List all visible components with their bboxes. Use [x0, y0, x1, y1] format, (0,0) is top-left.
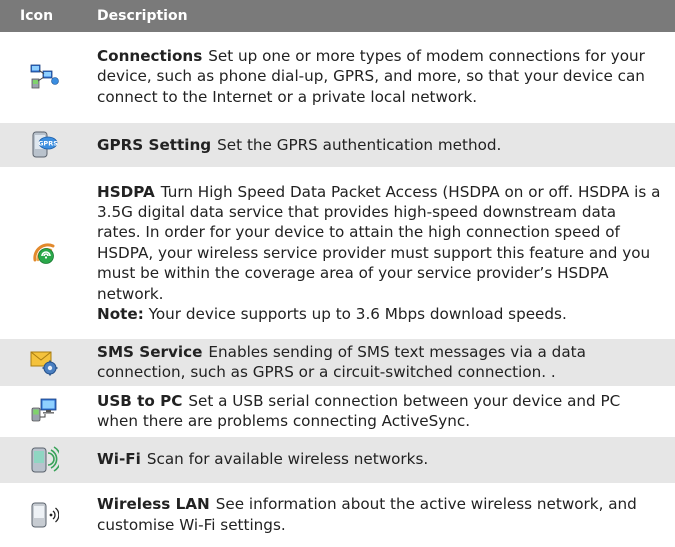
table-row: GPRS GPRS Setting Set the GPRS authentica…: [0, 122, 675, 169]
row-title: SMS Service: [97, 343, 203, 361]
column-header-icon: Icon: [0, 0, 87, 32]
table-row: USB to PC Set a USB serial connection bet…: [0, 386, 675, 437]
sms-envelope-gear-icon: [30, 351, 57, 376]
icon-cell: [0, 168, 87, 339]
icon-cell: GPRS: [0, 122, 87, 169]
icon-cell: [0, 435, 87, 485]
description-cell: USB to PC Set a USB serial connection bet…: [87, 386, 675, 437]
row-title: GPRS Setting: [97, 135, 212, 154]
table-row: Wi-Fi Scan for available wireless network…: [0, 435, 675, 485]
description-cell: Connections Set up one or more types of m…: [87, 32, 675, 123]
settings-table: Icon Description Connections Set up one …: [0, 0, 675, 547]
usb-computer-icon: [31, 398, 56, 422]
row-title: HSDPA: [97, 182, 155, 201]
row-title: USB to PC: [97, 391, 183, 410]
wifi-device-icon: [31, 445, 59, 473]
icon-cell: [0, 338, 87, 388]
wireless-lan-device-icon: [31, 502, 59, 528]
description-cell: SMS Service Enables sending of SMS text m…: [87, 338, 675, 388]
description-cell: Wireless LAN See information about the ac…: [87, 483, 675, 547]
row-text: Turn High Speed Data Packet Access (HSDP…: [97, 182, 661, 303]
note-label: Note:: [97, 305, 144, 324]
table-row: SMS Service Enables sending of SMS text m…: [0, 338, 675, 388]
hsdpa-signal-icon: [32, 243, 54, 264]
gprs-icon-label: GPRS: [38, 140, 58, 148]
table-header-row: Icon Description: [0, 0, 675, 32]
row-title: Connections: [97, 46, 203, 65]
row-title: Wireless LAN: [97, 495, 210, 514]
icon-cell: [0, 483, 87, 547]
icon-cell: [0, 386, 87, 437]
row-title: Wi-Fi: [97, 450, 141, 469]
table-row: Wireless LAN See information about the ac…: [0, 483, 675, 547]
table-row: Connections Set up one or more types of m…: [0, 32, 675, 123]
description-cell: HSDPA Turn High Speed Data Packet Access …: [87, 168, 675, 339]
description-cell: Wi-Fi Scan for available wireless network…: [87, 435, 675, 485]
description-cell: GPRS Setting Set the GPRS authentication …: [87, 122, 675, 169]
network-connections-icon: [30, 64, 59, 88]
row-text: Scan for available wireless networks.: [146, 450, 429, 469]
icon-cell: [0, 32, 87, 123]
table-row: HSDPA Turn High Speed Data Packet Access …: [0, 168, 675, 339]
row-text: Set the GPRS authentication method.: [217, 135, 502, 154]
note-text: Your device supports up to 3.6 Mbps down…: [148, 305, 567, 324]
column-header-description: Description: [87, 0, 675, 32]
gprs-device-icon: GPRS: [32, 131, 58, 158]
